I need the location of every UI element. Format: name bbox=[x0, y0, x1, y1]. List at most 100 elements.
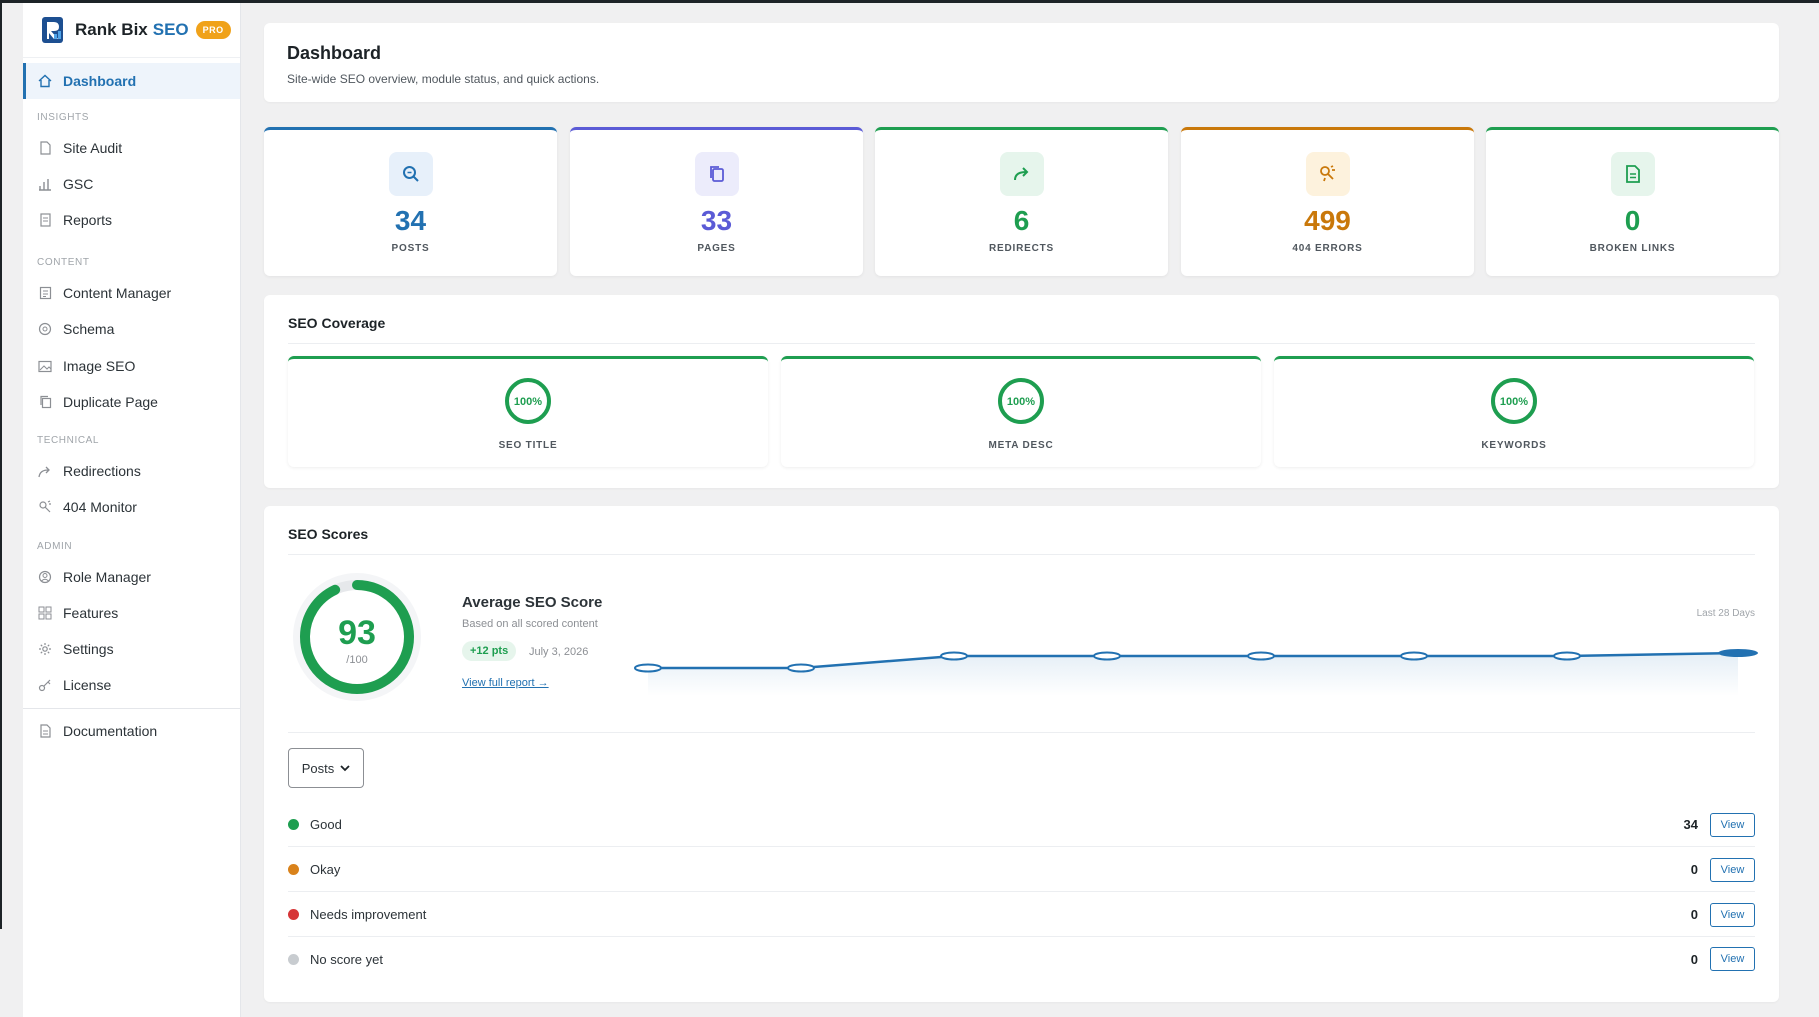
sidebar-item-label: GSC bbox=[63, 176, 94, 192]
sidebar-item-content-manager[interactable]: Content Manager bbox=[23, 275, 240, 311]
stat-label: PAGES bbox=[697, 243, 736, 254]
avg-score-title: Average SEO Score bbox=[462, 594, 603, 611]
sidebar-item-features[interactable]: Features bbox=[23, 595, 240, 631]
sparkline-point bbox=[634, 663, 662, 673]
window-left-border bbox=[0, 3, 2, 929]
row-label: Okay bbox=[310, 862, 341, 877]
stat-label: 404 ERRORS bbox=[1292, 243, 1363, 254]
section-title: SEO Scores bbox=[288, 526, 369, 542]
sidebar-item-duplicate-page[interactable]: Duplicate Page bbox=[23, 384, 240, 420]
sidebar: Rank Bix SEO PRO Dashboard INSIGHTS Site … bbox=[23, 3, 241, 1017]
document-icon bbox=[37, 140, 53, 156]
stat-card-redirects[interactable]: 6 REDIRECTS bbox=[875, 127, 1168, 276]
window-top-border bbox=[0, 0, 1819, 3]
sidebar-item-license[interactable]: License bbox=[23, 667, 240, 703]
page-title: Dashboard bbox=[287, 43, 382, 63]
pro-badge: PRO bbox=[195, 21, 231, 39]
sidebar-item-reports[interactable]: Reports bbox=[23, 202, 240, 238]
sidebar-item-label: Documentation bbox=[63, 723, 158, 739]
sidebar-item-404-monitor[interactable]: 404 Monitor bbox=[23, 489, 240, 525]
user-circle-icon bbox=[37, 569, 53, 585]
sidebar-item-label: Image SEO bbox=[63, 358, 136, 374]
brand-name: Rank Bix SEO bbox=[75, 20, 189, 39]
document-icon bbox=[37, 723, 53, 739]
score-row-good: Good 34 View bbox=[288, 803, 1755, 847]
sparkline-point bbox=[1093, 651, 1121, 661]
coverage-ring: 100% bbox=[1491, 378, 1537, 424]
stat-card-broken-links[interactable]: 0 BROKEN LINKS bbox=[1486, 127, 1779, 276]
sparkline-point bbox=[1400, 651, 1428, 661]
select-value: Posts bbox=[301, 760, 335, 776]
page-subtitle: Site-wide SEO overview, module status, a… bbox=[287, 72, 600, 86]
bar-chart-icon bbox=[37, 176, 53, 192]
copy-icon bbox=[37, 394, 53, 410]
stat-card-pages[interactable]: 33 PAGES bbox=[570, 127, 863, 276]
home-icon bbox=[37, 73, 53, 89]
score-row-needs-improvement: Needs improvement 0 View bbox=[288, 893, 1755, 937]
sidebar-item-schema[interactable]: Schema bbox=[23, 311, 240, 347]
view-button[interactable]: View bbox=[1710, 812, 1755, 837]
sidebar-item-label: Redirections bbox=[63, 463, 141, 479]
row-count: 34 bbox=[1683, 817, 1698, 832]
status-dot bbox=[288, 909, 299, 920]
coverage-ring: 100% bbox=[505, 378, 551, 424]
coverage-percent: 100% bbox=[514, 396, 542, 408]
row-label: Good bbox=[310, 817, 342, 832]
sidebar-item-site-audit[interactable]: Site Audit bbox=[23, 130, 240, 166]
row-count: 0 bbox=[1690, 907, 1698, 922]
stat-label: REDIRECTS bbox=[989, 243, 1054, 254]
redirect-arrow-icon bbox=[999, 152, 1044, 196]
schema-icon bbox=[37, 321, 53, 337]
stat-card-posts[interactable]: 34 POSTS bbox=[264, 127, 557, 276]
stat-label: POSTS bbox=[391, 243, 430, 254]
view-full-report-link[interactable]: View full report → bbox=[462, 677, 549, 689]
sparkline-point-current bbox=[1718, 649, 1758, 657]
status-dot bbox=[288, 864, 299, 875]
sidebar-item-label: Settings bbox=[63, 641, 114, 657]
section-divider bbox=[288, 732, 1755, 733]
stat-value: 6 bbox=[1013, 205, 1030, 236]
sidebar-item-documentation[interactable]: Documentation bbox=[23, 713, 240, 749]
row-count: 0 bbox=[1690, 951, 1698, 967]
sidebar-item-image-seo[interactable]: Image SEO bbox=[23, 348, 240, 384]
coverage-percent: 100% bbox=[1500, 396, 1528, 408]
sidebar-item-dashboard[interactable]: Dashboard bbox=[23, 63, 240, 99]
sidebar-item-redirections[interactable]: Redirections bbox=[23, 453, 240, 489]
sidebar-item-role-manager[interactable]: Role Manager bbox=[23, 559, 240, 595]
nav-section-technical: TECHNICAL bbox=[37, 435, 100, 446]
sidebar-item-gsc[interactable]: GSC bbox=[23, 166, 240, 202]
coverage-label: KEYWORDS bbox=[1481, 440, 1547, 451]
coverage-meta-desc[interactable]: 100% META DESC bbox=[781, 356, 1261, 467]
points-badge: +12 pts bbox=[462, 641, 517, 661]
view-button[interactable]: View bbox=[1710, 947, 1755, 971]
sparkline-point bbox=[1553, 651, 1581, 661]
brand[interactable]: Rank Bix SEO PRO bbox=[23, 3, 240, 58]
gear-icon bbox=[37, 641, 53, 657]
view-button[interactable]: View bbox=[1710, 857, 1755, 882]
sidebar-item-label: Reports bbox=[63, 212, 113, 228]
score-date: July 3, 2026 bbox=[529, 646, 589, 658]
sparkline-point bbox=[1247, 651, 1275, 661]
sparkline-point bbox=[787, 663, 815, 673]
sidebar-item-label: 404 Monitor bbox=[63, 499, 137, 515]
content-type-select[interactable]: Posts bbox=[288, 748, 364, 788]
stat-card-404-errors[interactable]: 499 404 ERRORS bbox=[1181, 127, 1474, 276]
coverage-keywords[interactable]: 100% KEYWORDS bbox=[1274, 356, 1754, 467]
score-gauge: 93 /100 bbox=[293, 573, 421, 701]
section-divider bbox=[288, 343, 1755, 344]
score-row-okay: Okay 0 View bbox=[288, 848, 1755, 892]
stat-value: 0 bbox=[1624, 205, 1641, 236]
sidebar-item-label: Duplicate Page bbox=[63, 394, 158, 410]
gauge-max: /100 bbox=[346, 654, 367, 666]
brand-logo-icon bbox=[42, 17, 63, 43]
chevron-down-icon bbox=[340, 764, 350, 771]
brand-accent: SEO bbox=[152, 20, 189, 39]
score-trend-sparkline bbox=[634, 649, 1758, 696]
sidebar-item-settings[interactable]: Settings bbox=[23, 631, 240, 667]
coverage-seo-title[interactable]: 100% SEO TITLE bbox=[288, 356, 768, 467]
stat-label: BROKEN LINKS bbox=[1589, 243, 1676, 254]
sidebar-item-label: License bbox=[63, 677, 112, 693]
coverage-ring: 100% bbox=[998, 378, 1044, 424]
view-button[interactable]: View bbox=[1710, 902, 1755, 927]
nav-section-insights: INSIGHTS bbox=[37, 112, 90, 123]
